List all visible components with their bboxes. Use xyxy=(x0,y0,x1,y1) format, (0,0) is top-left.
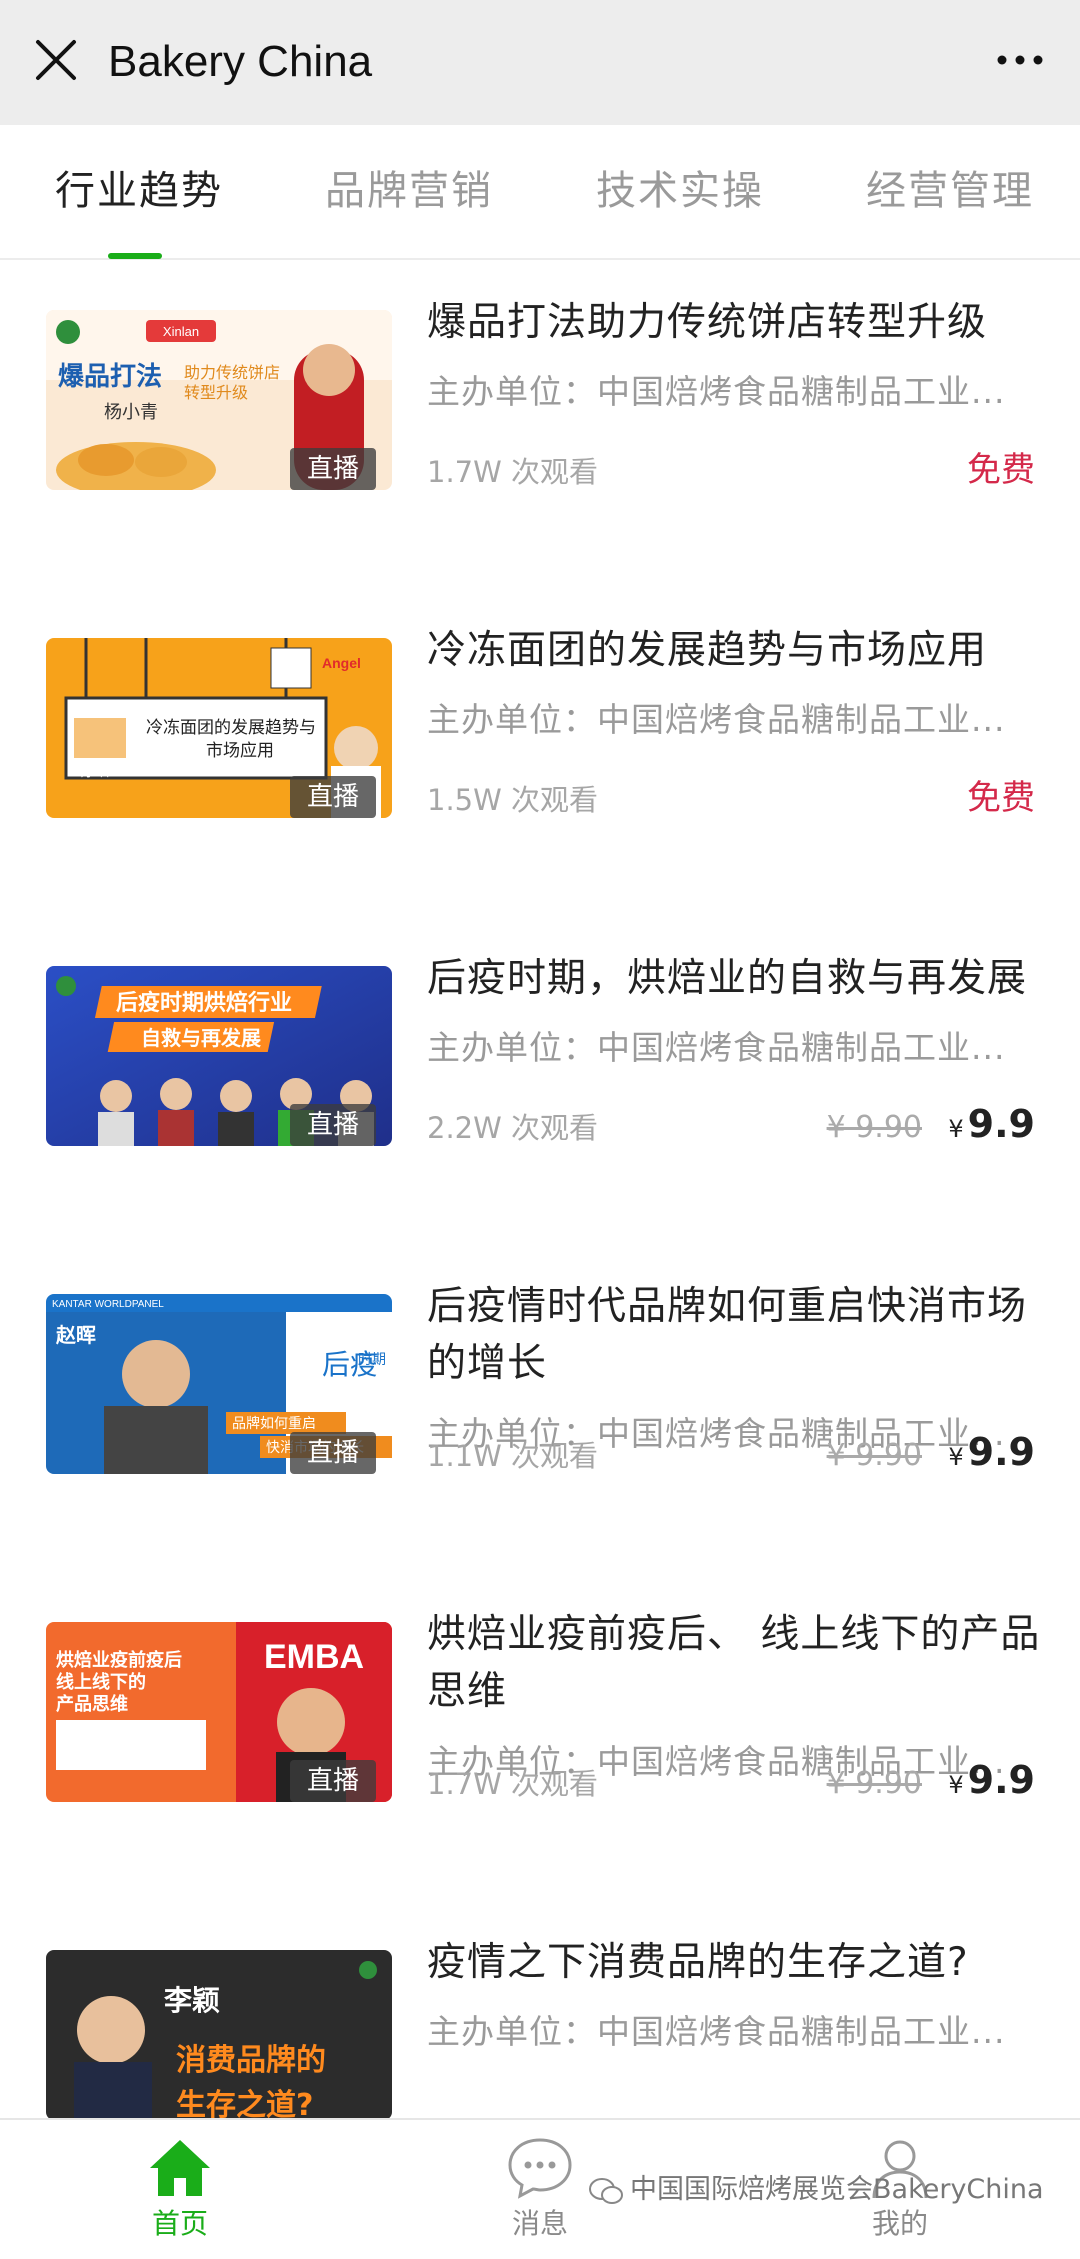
thumb-subline: 自救与再发展 xyxy=(141,1026,261,1050)
wechat-icon xyxy=(589,2177,623,2204)
thumb-date: 4月3日20:00 xyxy=(74,766,142,779)
course-organizer: 主办单位：中国焙烤食品糖制品工业... xyxy=(427,372,1006,411)
thumb-subline-2: 产品思维 xyxy=(56,1693,128,1715)
thumb-subline: 线上线下的 xyxy=(56,1671,146,1693)
thumb-brand: Angel xyxy=(322,655,361,671)
live-badge: 直播 xyxy=(290,448,376,490)
thumb-brand: KANTAR WORLDPANEL xyxy=(52,1299,164,1310)
course-views: 1.7W 次观看 xyxy=(427,1767,599,1801)
current-price: ¥9.9 xyxy=(948,1100,1035,1153)
current-price: ¥9.9 xyxy=(948,1756,1035,1809)
price-free-label: 免费 xyxy=(967,450,1035,490)
thumb-subline: 生存之道? xyxy=(176,2088,313,2120)
course-title: 后疫时期，烘焙业的自救与再发展 xyxy=(427,956,1028,1001)
thumb-subline: 市场应用 xyxy=(206,741,274,761)
live-badge: 直播 xyxy=(290,1432,376,1474)
watermark-text: 中国国际焙烤展览会BakeryChina xyxy=(630,2174,1044,2205)
course-views: 1.7W 次观看 xyxy=(427,455,599,489)
currency-symbol: ¥ xyxy=(948,1443,964,1471)
course-views: 1.1W 次观看 xyxy=(427,1439,599,1473)
course-title: 冷冻面团的发展趋势与市场应用 xyxy=(427,628,988,673)
app-title: Bakery China xyxy=(108,37,373,86)
course-views: 2.2W 次观看 xyxy=(427,1111,599,1145)
tab-industry-trends[interactable]: 行业趋势 xyxy=(55,165,223,217)
category-tabs: 行业趋势 品牌营销 技术实操 经营管理 xyxy=(0,125,1080,260)
price-value: 9.9 xyxy=(967,1102,1035,1146)
thumb-headline: 烘焙业疫前疫后 xyxy=(56,1649,182,1671)
original-price: ¥ 9.90 xyxy=(826,1766,922,1801)
course-item[interactable]: KANTAR WORLDPANEL 赵晖 后疫 时期 品牌如何重启 快消市场的增… xyxy=(0,1246,1080,1574)
course-item[interactable]: Xinlan 爆品打法 助力传统饼店 转型升级 杨小青 直播 爆品打法助力传统饼… xyxy=(0,262,1080,590)
original-price: ¥ 9.90 xyxy=(826,1438,922,1473)
active-tab-indicator xyxy=(108,253,162,259)
current-price: ¥9.9 xyxy=(948,1428,1035,1481)
course-title: 后疫情时代品牌如何重启快消市场的增长 xyxy=(427,1284,1028,1386)
nav-home[interactable]: 首页 xyxy=(110,2134,250,2242)
tab-business-management[interactable]: 经营管理 xyxy=(866,165,1034,217)
more-dots-icon[interactable] xyxy=(990,30,1050,90)
price-free-label: 免费 xyxy=(967,778,1035,818)
close-icon[interactable] xyxy=(28,32,84,88)
currency-symbol: ¥ xyxy=(948,1771,964,1799)
original-price: ¥ 9.90 xyxy=(826,1110,922,1145)
price-value: 9.9 xyxy=(967,1758,1035,1802)
thumb-speaker: 赵晖 xyxy=(55,1323,96,1347)
course-item[interactable]: Angel 冷冻面团的发展趋势与 市场应用 4月3日20:00 直播 冷冻面团的… xyxy=(0,590,1080,918)
thumb-speaker: 李颖 xyxy=(164,1984,220,2017)
nav-label: 消息 xyxy=(511,2207,568,2240)
thumb-headline: 爆品打法 xyxy=(58,362,162,392)
course-organizer: 主办单位：中国焙烤食品糖制品工业... xyxy=(427,700,1006,739)
nav-label: 我的 xyxy=(871,2207,928,2240)
thumb-subline: 助力传统饼店 xyxy=(184,363,280,382)
live-badge: 直播 xyxy=(290,1104,376,1146)
thumb-line-1: 品牌如何重启 xyxy=(232,1415,316,1432)
thumb-brand: Xinlan xyxy=(163,324,199,339)
thumb-headline: 后疫时期烘焙行业 xyxy=(116,990,292,1016)
tab-brand-marketing[interactable]: 品牌营销 xyxy=(325,165,493,217)
live-badge: 直播 xyxy=(290,776,376,818)
course-title: 爆品打法助力传统饼店转型升级 xyxy=(427,300,988,345)
course-organizer: 主办单位：中国焙烤食品糖制品工业... xyxy=(427,2012,1006,2051)
top-bar: Bakery China xyxy=(0,0,1080,125)
thumb-headline: 冷冻面团的发展趋势与 xyxy=(146,718,316,738)
currency-symbol: ¥ xyxy=(948,1115,964,1143)
nav-label: 首页 xyxy=(151,2207,208,2240)
price-value: 9.9 xyxy=(967,1430,1035,1474)
home-icon xyxy=(150,2140,210,2196)
live-badge: 直播 xyxy=(290,1760,376,1802)
thumb-subline-2: 转型升级 xyxy=(184,383,248,402)
course-thumbnail: 李颖 消费品牌的 生存之道? xyxy=(46,1950,392,2120)
watermark: 中国国际焙烤展览会BakeryChina xyxy=(588,2172,1044,2208)
chat-bubble-icon xyxy=(508,2138,572,2199)
course-item[interactable]: 后疫时期烘焙行业 自救与再发展 直播 后疫时期，烘焙业的自救与再发展 主办单位：… xyxy=(0,918,1080,1246)
thumb-mba: EMBA xyxy=(264,1638,364,1676)
bottom-navigation: 首页 消息 我的 中国国际焙烤展览会BakeryChina xyxy=(0,2118,1080,2259)
thumb-speaker: 杨小青 xyxy=(104,402,158,423)
course-item[interactable]: 烘焙业疫前疫后 线上线下的 产品思维 EMBA 直播 烘焙业疫前疫后、 线上线下… xyxy=(0,1574,1080,1902)
thumb-sub-text: 时期 xyxy=(358,1352,386,1368)
course-organizer: 主办单位：中国焙烤食品糖制品工业... xyxy=(427,1028,1006,1067)
course-title: 烘焙业疫前疫后、 线上线下的产品思维 xyxy=(427,1612,1041,1714)
thumb-headline: 消费品牌的 xyxy=(176,2043,326,2078)
course-title: 疫情之下消费品牌的生存之道? xyxy=(427,1940,969,1985)
course-views: 1.5W 次观看 xyxy=(427,783,599,817)
tab-technical-practice[interactable]: 技术实操 xyxy=(596,165,764,217)
